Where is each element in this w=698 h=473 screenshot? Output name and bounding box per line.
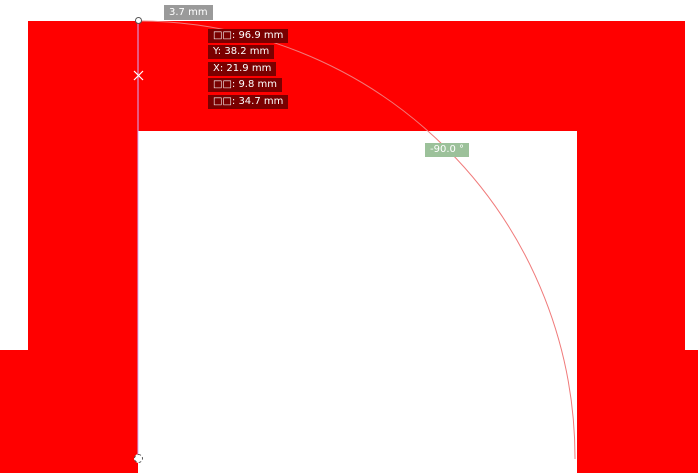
shape-right-post[interactable] <box>577 21 685 473</box>
square-handle-icon[interactable] <box>134 454 143 463</box>
drawing-canvas[interactable]: 3.7 mm □□: 96.9 mm Y: 38.2 mm X: 21.9 mm… <box>0 0 698 473</box>
tooltip-row: X: 21.9 mm <box>208 62 277 76</box>
tooltip-row: □□: 34.7 mm <box>208 95 289 109</box>
tooltip-row: □□: 9.8 mm <box>208 78 283 92</box>
shape-left-foot[interactable] <box>0 350 40 473</box>
shape-right-foot[interactable] <box>680 350 698 473</box>
tooltip-row: Y: 38.2 mm <box>208 45 275 59</box>
angle-badge: -90.0 ° <box>425 143 470 157</box>
length-badge: 3.7 mm <box>164 5 213 20</box>
tooltip-row: □□: 96.9 mm <box>208 29 289 43</box>
circle-handle-icon[interactable] <box>135 17 142 24</box>
shape-left-post[interactable] <box>28 21 138 473</box>
